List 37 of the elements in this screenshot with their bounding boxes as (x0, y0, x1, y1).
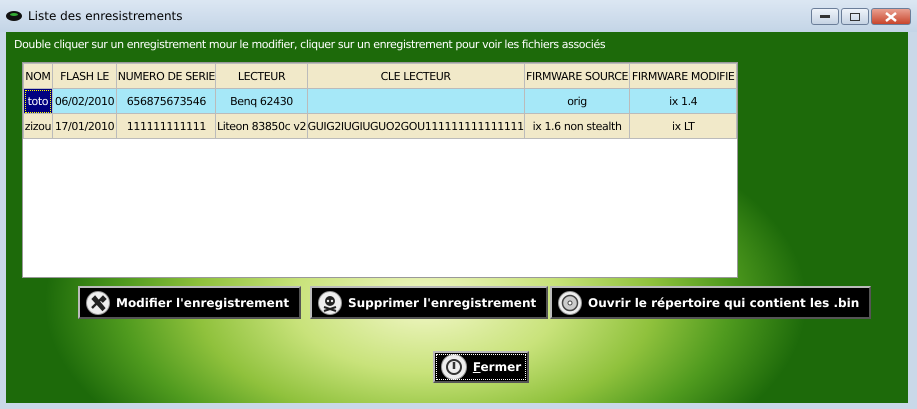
column-header[interactable]: FIRMWARE SOURCE (524, 64, 630, 88)
skull-icon (318, 290, 342, 314)
column-header[interactable]: LECTEUR (216, 64, 308, 88)
table-cell[interactable]: toto (24, 88, 52, 114)
table-cell[interactable]: ix 1.4 (630, 88, 736, 114)
table-cell[interactable]: ix LT (630, 114, 736, 138)
close-icon (885, 12, 897, 22)
instruction-text: Double cliquer sur un enregistrement mour le modifier, cliquer sur un enregistrement pour voir les fichiers associés (14, 38, 606, 51)
table-cell[interactable]: 06/02/2010 (52, 88, 117, 114)
table-cell[interactable]: Liteon 83850c v2 (216, 114, 308, 138)
table-cell[interactable]: ix 1.6 non stealth (524, 114, 630, 138)
column-header[interactable]: NUMERO DE SERIE (116, 64, 216, 88)
close-dialog-button[interactable]: Fermer (432, 351, 530, 383)
maximize-icon (850, 12, 860, 20)
table-cell[interactable]: orig (524, 88, 630, 114)
minimize-button[interactable] (811, 8, 839, 25)
column-header[interactable]: CLE LECTEUR (307, 64, 524, 88)
table-cell[interactable]: 111111111111 (116, 114, 216, 138)
app-icon (6, 11, 22, 21)
disc-icon (558, 290, 582, 314)
table-cell[interactable]: 17/01/2010 (52, 114, 117, 138)
window-title: Liste des enresistrements (28, 9, 184, 23)
tools-icon (86, 290, 110, 314)
table-cell[interactable]: GUIG2IUGIUGUO2GOU111111111111111 (307, 114, 524, 138)
delete-button[interactable]: Supprimer l'enregistrement (310, 286, 548, 319)
table-cell[interactable]: zizou (24, 114, 52, 138)
maximize-button[interactable] (841, 8, 869, 25)
power-icon (440, 354, 467, 380)
column-header[interactable]: FLASH LE (52, 64, 117, 88)
open-folder-button[interactable]: Ouvrir le répertoire qui contient les .bin (550, 286, 872, 319)
close-button[interactable] (871, 8, 911, 25)
edit-button[interactable]: Modifier l'enregistrement (78, 286, 302, 319)
column-header[interactable]: FIRMWARE MODIFIE (630, 64, 736, 88)
minimize-icon (820, 14, 830, 18)
table-cell[interactable]: 656875673546 (116, 88, 216, 114)
column-header[interactable]: NOM (24, 64, 52, 88)
table-cell[interactable]: Benq 62430 (216, 88, 308, 114)
